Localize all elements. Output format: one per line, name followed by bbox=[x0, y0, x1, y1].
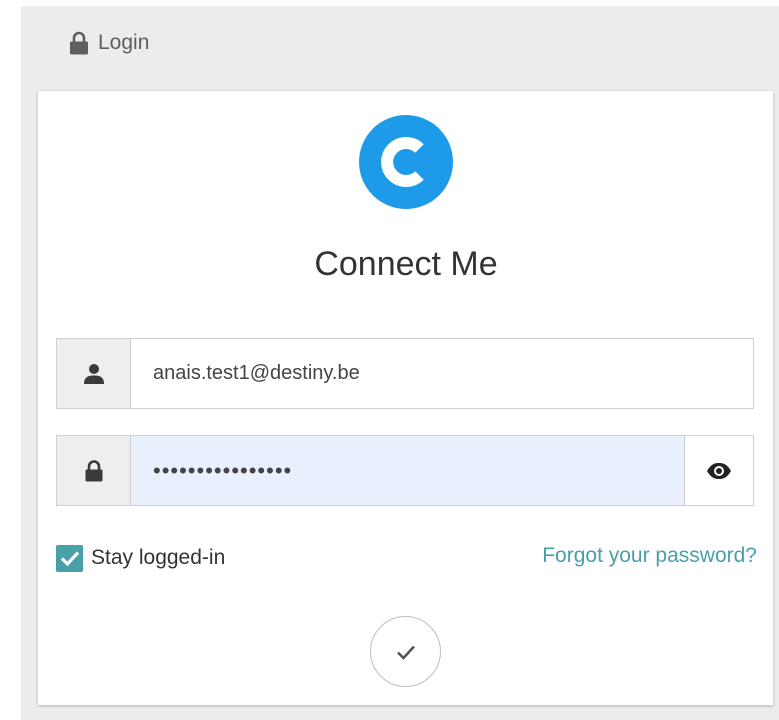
show-password-toggle[interactable] bbox=[684, 436, 753, 505]
page-header: Login bbox=[68, 30, 149, 56]
password-addon bbox=[57, 436, 131, 505]
header-title: Login bbox=[98, 31, 150, 54]
stay-logged-in-checkbox[interactable] bbox=[56, 544, 83, 572]
email-addon bbox=[57, 339, 131, 408]
email-field-group bbox=[56, 338, 754, 409]
eye-icon bbox=[707, 462, 731, 479]
stay-logged-in[interactable]: Stay logged-in bbox=[56, 543, 225, 573]
stay-logged-in-label: Stay logged-in bbox=[91, 546, 226, 569]
checkmark-icon bbox=[60, 551, 79, 566]
user-icon bbox=[83, 363, 104, 384]
email-field[interactable] bbox=[131, 339, 753, 408]
forgot-password-link[interactable]: Forgot your password? bbox=[542, 544, 757, 568]
checkmark-icon bbox=[396, 645, 415, 660]
page-title: Connect Me bbox=[314, 245, 498, 283]
lock-icon bbox=[68, 31, 90, 55]
brand-logo bbox=[359, 115, 453, 209]
password-field[interactable] bbox=[131, 436, 684, 505]
brand-c-logo bbox=[359, 115, 453, 209]
password-field-group bbox=[56, 435, 754, 506]
lock-icon bbox=[85, 459, 102, 481]
submit-button[interactable] bbox=[370, 616, 441, 687]
